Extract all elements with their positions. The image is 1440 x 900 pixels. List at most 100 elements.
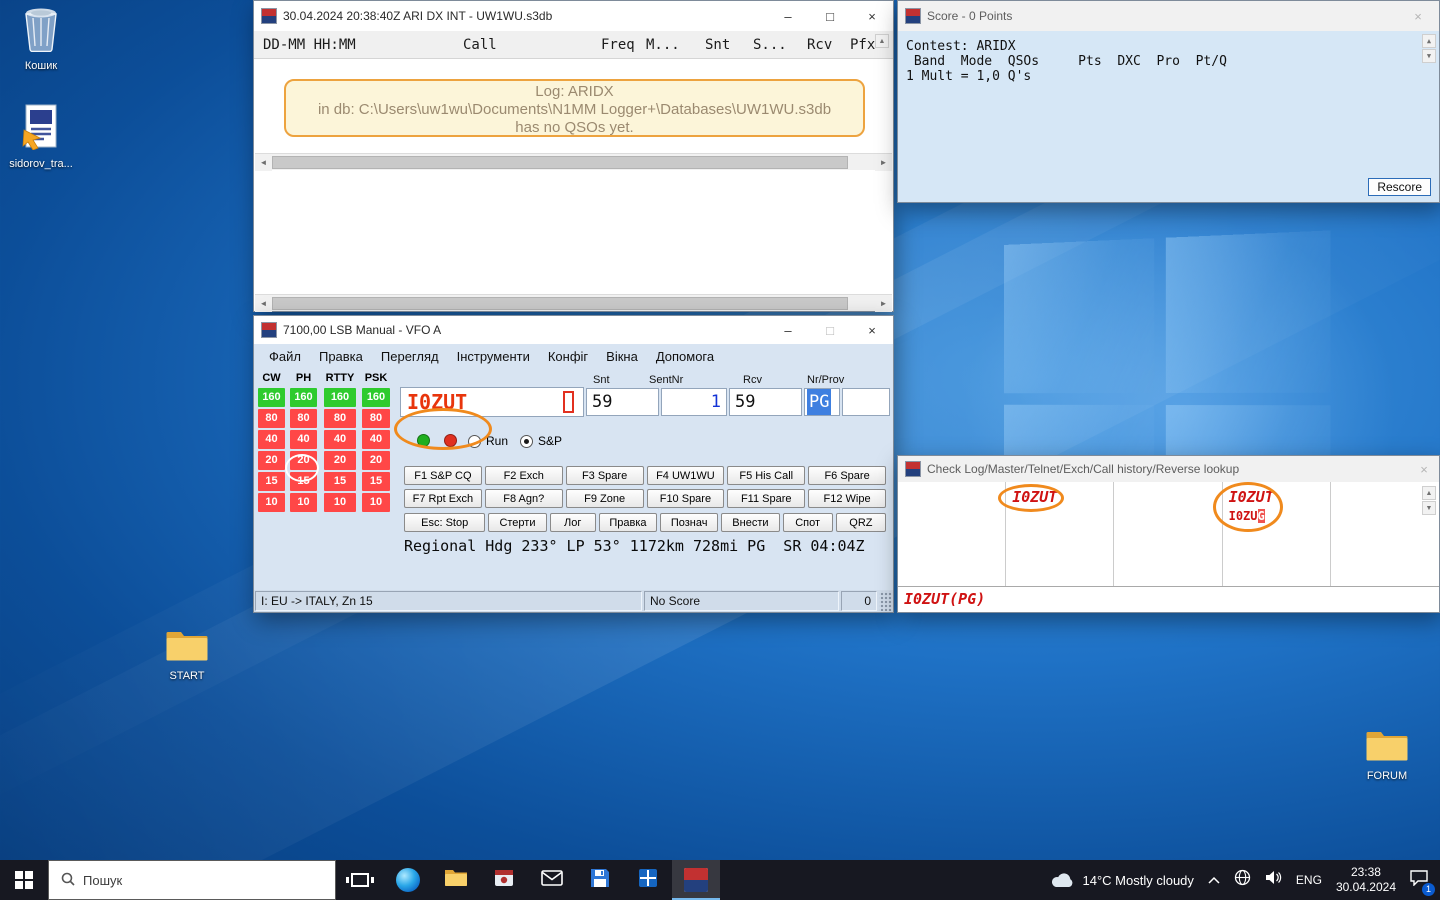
scroll-right-icon[interactable]: ► (875, 154, 892, 171)
minimize-button[interactable]: – (767, 316, 809, 344)
check-window-titlebar[interactable]: Check Log/Master/Telnet/Exch/Call histor… (898, 456, 1439, 482)
column-header[interactable]: Freq (601, 37, 635, 53)
edit-button[interactable]: Правка (599, 513, 657, 532)
band-button[interactable]: 20 (258, 451, 285, 470)
maximize-button[interactable]: □ (809, 316, 851, 344)
f11-button[interactable]: F11 Spare (727, 489, 805, 508)
check-pane-3[interactable] (1114, 482, 1222, 586)
minimize-button[interactable]: – (767, 1, 809, 31)
rescore-button[interactable]: Rescore (1368, 178, 1431, 196)
network-globe-icon[interactable] (1234, 869, 1251, 891)
check-call-match[interactable]: I0ZUT (1229, 488, 1330, 506)
band-button[interactable]: 20 (324, 451, 356, 470)
action-center-button[interactable]: 1 (1410, 870, 1428, 891)
column-header[interactable]: Call (463, 37, 497, 53)
edge-button[interactable] (384, 860, 432, 900)
scroll-down-icon[interactable]: ▼ (1422, 501, 1436, 515)
score-window-titlebar[interactable]: Score - 0 Points × (898, 1, 1439, 31)
sentnr-field[interactable]: 1 (661, 388, 727, 416)
menu-file[interactable]: Файл (260, 349, 310, 364)
band-button[interactable]: 80 (258, 409, 285, 428)
scroll-up-icon[interactable]: ▲ (1422, 34, 1436, 48)
band-button[interactable]: 20 (290, 451, 317, 470)
band-button[interactable]: 160 (324, 388, 356, 407)
band-button[interactable]: 40 (362, 430, 390, 449)
band-button[interactable]: 10 (258, 493, 285, 512)
qrz-button[interactable]: QRZ (836, 513, 886, 532)
mark-button[interactable]: Познач (660, 513, 718, 532)
scroll-left-icon[interactable]: ◄ (255, 154, 272, 171)
column-header[interactable]: DD-MM HH:MM (263, 37, 356, 53)
log-window-titlebar[interactable]: 30.04.2024 20:38:40Z ARI DX INT - UW1WU.… (254, 1, 893, 31)
band-button[interactable]: 10 (362, 493, 390, 512)
f6-button[interactable]: F6 Spare (808, 466, 886, 485)
scrollbar-thumb[interactable] (272, 297, 848, 310)
check-pane-1[interactable] (898, 482, 1006, 586)
entry-window-titlebar[interactable]: 7100,00 LSB Manual - VFO A – □ × (254, 316, 893, 344)
esc-stop-button[interactable]: Esc: Stop (404, 513, 485, 532)
spot-button[interactable]: Спот (783, 513, 833, 532)
close-button[interactable]: × (851, 1, 893, 31)
scroll-right-icon[interactable]: ► (875, 295, 892, 312)
search-input[interactable]: Пошук (48, 860, 336, 900)
band-button[interactable]: 20 (362, 451, 390, 470)
check-call-match[interactable]: I0ZUT (1012, 488, 1113, 506)
band-button[interactable]: 15 (324, 472, 356, 491)
column-header[interactable]: Pfx (850, 37, 875, 53)
band-button[interactable]: 160 (362, 388, 390, 407)
column-header[interactable]: M... (646, 37, 680, 53)
chevron-up-icon[interactable] (1208, 871, 1220, 889)
desktop-icon-forum-folder[interactable]: FORUM (1354, 728, 1420, 782)
menu-view[interactable]: Перегляд (372, 349, 448, 364)
f1-button[interactable]: F1 S&P CQ (404, 466, 482, 485)
menu-windows[interactable]: Вікна (597, 349, 647, 364)
language-indicator[interactable]: ENG (1296, 873, 1322, 887)
menu-edit[interactable]: Правка (310, 349, 372, 364)
column-header[interactable]: Snt (705, 37, 730, 53)
task-view-button[interactable] (336, 860, 384, 900)
desktop-icon-recycle-bin[interactable]: Кошик (8, 6, 74, 72)
sp-radio[interactable]: S&P (520, 434, 562, 448)
column-header[interactable]: Rcv (807, 37, 832, 53)
f8-button[interactable]: F8 Agn? (485, 489, 563, 508)
desktop-icon-sidorov-file[interactable]: sidorov_tra... (8, 104, 74, 170)
band-button[interactable]: 80 (362, 409, 390, 428)
menu-tools[interactable]: Інструменти (448, 349, 539, 364)
scroll-up-icon[interactable]: ▲ (1422, 486, 1436, 500)
band-button[interactable]: 15 (258, 472, 285, 491)
band-button[interactable]: 40 (258, 430, 285, 449)
scrollbar-thumb[interactable] (272, 156, 848, 169)
band-button[interactable]: 160 (258, 388, 285, 407)
rcv-field[interactable]: 59 (729, 388, 802, 416)
band-button[interactable]: 10 (290, 493, 317, 512)
wipe-button[interactable]: Стерти (488, 513, 546, 532)
start-button[interactable] (0, 860, 48, 900)
taskbar-clock[interactable]: 23:38 30.04.2024 (1336, 865, 1396, 895)
f2-button[interactable]: F2 Exch (485, 466, 563, 485)
log-button[interactable]: Лог (550, 513, 596, 532)
band-button[interactable]: 80 (324, 409, 356, 428)
speaker-icon[interactable] (1265, 870, 1282, 890)
resize-grip-icon[interactable] (879, 591, 892, 611)
scroll-left-icon[interactable]: ◄ (255, 295, 272, 312)
f9-button[interactable]: F9 Zone (566, 489, 644, 508)
f5-button[interactable]: F5 His Call (727, 466, 805, 485)
band-button[interactable]: 10 (324, 493, 356, 512)
horizontal-scrollbar[interactable]: ◄ ► (255, 294, 892, 311)
band-button[interactable]: 40 (324, 430, 356, 449)
maximize-button[interactable]: □ (809, 1, 851, 31)
band-button[interactable]: 15 (362, 472, 390, 491)
check-pane-2[interactable]: I0ZUT (1006, 482, 1114, 586)
check-call-partial[interactable]: I0ZUG (1229, 509, 1330, 523)
mail-button[interactable] (528, 860, 576, 900)
run-radio[interactable]: Run (468, 434, 508, 448)
menu-config[interactable]: Конфіг (539, 349, 597, 364)
extra-exchange-field[interactable] (842, 388, 890, 416)
menu-help[interactable]: Допомога (647, 349, 723, 364)
weather-widget[interactable]: 14°C Mostly cloudy (1049, 870, 1200, 891)
file-explorer-button[interactable] (432, 860, 480, 900)
close-button[interactable]: × (1397, 1, 1439, 31)
callsign-input[interactable]: I0ZUT (400, 387, 584, 417)
f10-button[interactable]: F10 Spare (647, 489, 725, 508)
scroll-down-icon[interactable]: ▼ (1422, 49, 1436, 63)
